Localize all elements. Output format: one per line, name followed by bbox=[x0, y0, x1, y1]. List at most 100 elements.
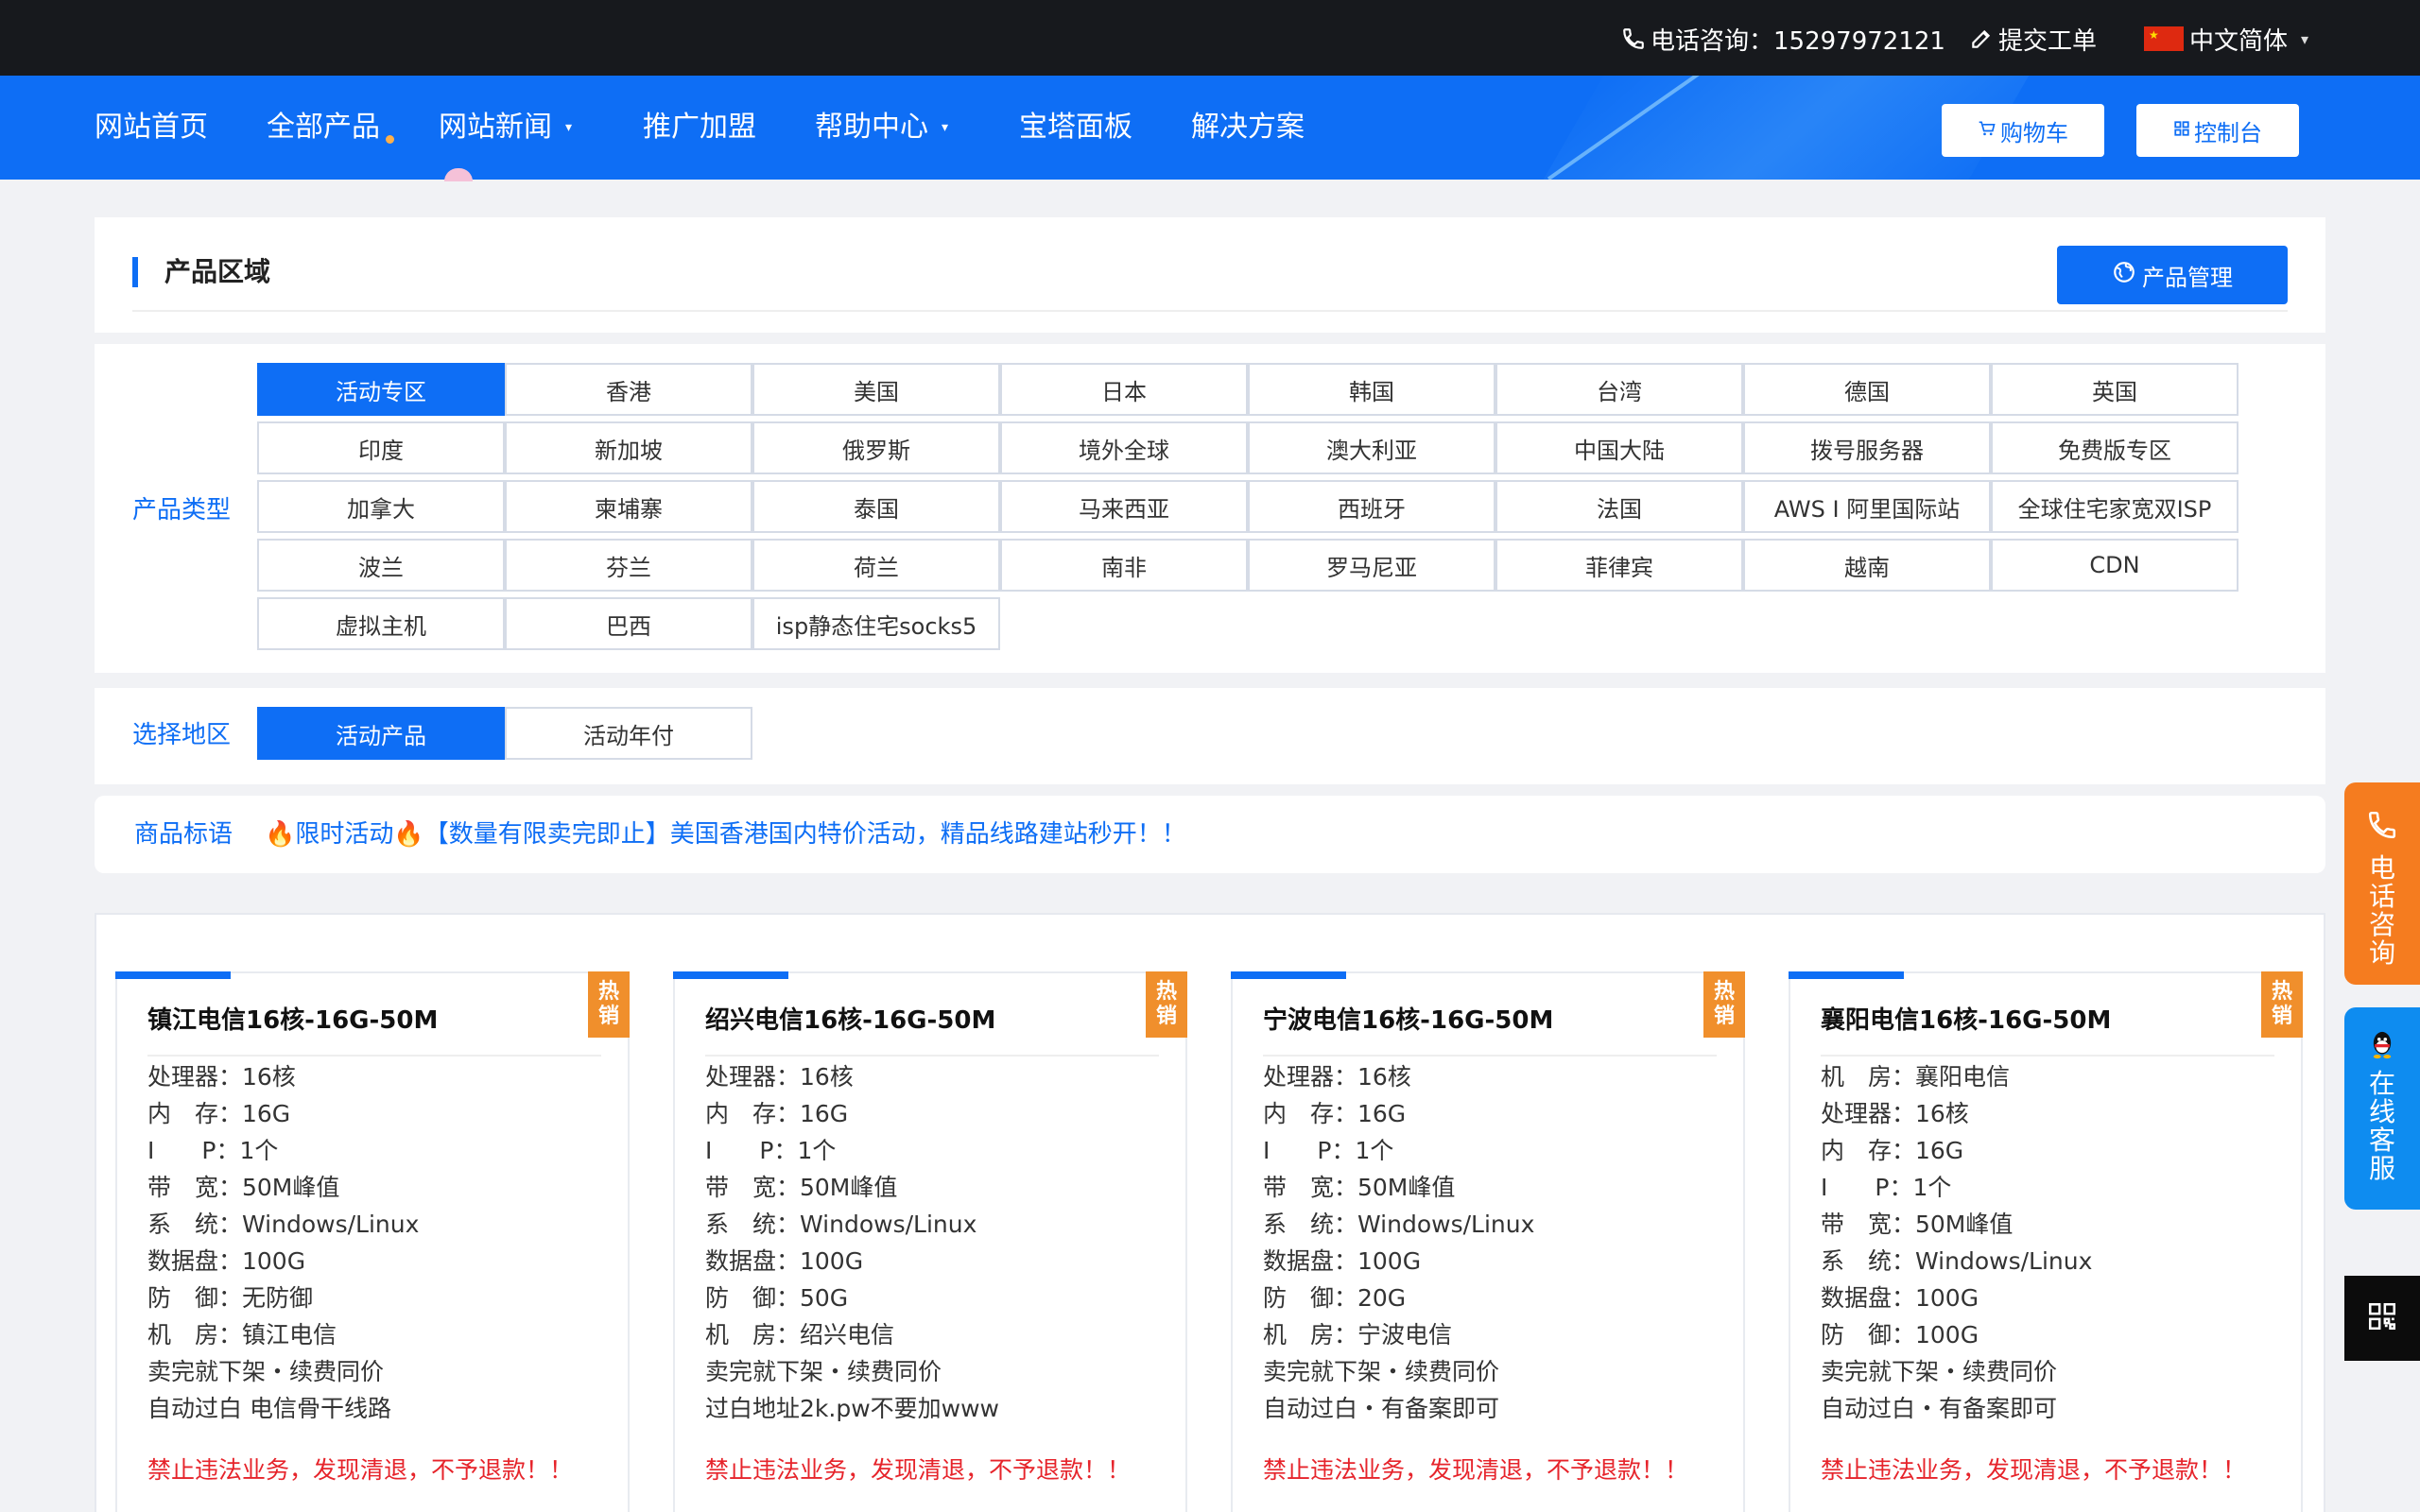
product-type-option[interactable]: 越南 bbox=[1743, 539, 1991, 592]
product-title[interactable]: 镇江电信16核-16G-50M bbox=[147, 1002, 438, 1040]
product-spec: 数据盘：100G bbox=[1263, 1247, 1422, 1275]
product-card[interactable]: 热销 镇江电信16核-16G-50M 处理器：16核内 存：16G I P：1个带 宽… bbox=[115, 971, 630, 1512]
product-card[interactable]: 热销 绍兴电信16核-16G-50M 处理器：16核内 存：16G I P：1个带 宽… bbox=[673, 971, 1187, 1512]
product-type-option[interactable]: 加拿大 bbox=[257, 480, 505, 533]
nav-item-home[interactable]: 网站首页 bbox=[95, 104, 208, 151]
product-warning: 禁止违法业务，发现清退，不予退款！！ bbox=[705, 1456, 1132, 1484]
product-type-option[interactable]: 台湾 bbox=[1495, 363, 1743, 416]
hot-badge: 热销 bbox=[1146, 971, 1187, 1038]
product-type-option[interactable]: 全球住宅家宽双ISP bbox=[1991, 480, 2238, 533]
product-type-option[interactable]: 美国 bbox=[752, 363, 1000, 416]
nav-item-news[interactable]: 网站新闻 ▾ bbox=[439, 104, 572, 151]
product-title[interactable]: 绍兴电信16核-16G-50M bbox=[705, 1002, 995, 1040]
nav-item-solutions[interactable]: 解决方案 bbox=[1191, 104, 1305, 151]
console-button[interactable]: 控制台 bbox=[2136, 104, 2299, 157]
product-type-option[interactable]: 英国 bbox=[1991, 363, 2238, 416]
product-manage-button[interactable]: 产品管理 bbox=[2057, 246, 2288, 304]
product-card[interactable]: 热销 宁波电信16核-16G-50M 处理器：16核内 存：16G I P：1个带 宽… bbox=[1231, 971, 1745, 1512]
nav-item-all-products[interactable]: 全部产品 bbox=[267, 104, 380, 151]
product-type-option[interactable]: CDN bbox=[1991, 539, 2238, 592]
product-type-option[interactable]: 香港 bbox=[505, 363, 752, 416]
language-selector[interactable]: ★ 中文简体 ▾ bbox=[2144, 23, 2309, 56]
china-flag-icon: ★ bbox=[2144, 26, 2184, 51]
submit-ticket-link[interactable]: 提交工单 bbox=[1968, 23, 2097, 56]
hot-badge: 热销 bbox=[1703, 971, 1745, 1038]
product-type-option[interactable]: 印度 bbox=[257, 421, 505, 474]
edit-icon bbox=[1968, 26, 1995, 52]
product-type-option[interactable]: 俄罗斯 bbox=[752, 421, 1000, 474]
chevron-down-icon: ▾ bbox=[2301, 29, 2309, 48]
product-spec: 系 统：Windows/Linux bbox=[147, 1211, 420, 1238]
product-spec: 数据盘：100G bbox=[1821, 1284, 1979, 1312]
card-accent bbox=[1231, 971, 1346, 979]
region-option[interactable]: 活动产品 bbox=[257, 707, 505, 760]
product-type-option[interactable]: 泰国 bbox=[752, 480, 1000, 533]
side-phone-label: 电话咨询 bbox=[2368, 852, 2395, 969]
side-qq-button[interactable]: 在线客服 bbox=[2344, 1007, 2420, 1210]
phone-icon bbox=[2366, 809, 2398, 845]
globe-icon bbox=[2112, 260, 2136, 290]
product-type-option[interactable]: 日本 bbox=[1000, 363, 1248, 416]
card-accent bbox=[673, 971, 788, 979]
product-title[interactable]: 宁波电信16核-16G-50M bbox=[1263, 1002, 1553, 1040]
side-phone-button[interactable]: 电话咨询 bbox=[2344, 782, 2420, 985]
side-qrcode-button[interactable] bbox=[2344, 1276, 2420, 1361]
product-type-option[interactable]: 免费版专区 bbox=[1991, 421, 2238, 474]
product-spec: 带 宽：50M峰值 bbox=[1821, 1211, 2014, 1238]
product-type-option[interactable]: 境外全球 bbox=[1000, 421, 1248, 474]
product-type-option[interactable]: 活动专区 bbox=[257, 363, 505, 416]
phone-contact[interactable]: 电话咨询：15297972121 bbox=[1620, 23, 1945, 56]
product-type-option[interactable]: 新加坡 bbox=[505, 421, 752, 474]
product-spec: 防 御：无防御 bbox=[147, 1284, 314, 1312]
cart-button[interactable]: 购物车 bbox=[1942, 104, 2104, 157]
product-spec: 内 存：16G bbox=[1263, 1100, 1407, 1127]
nav-item-label: 网站首页 bbox=[95, 111, 208, 144]
product-type-option[interactable]: 澳大利亚 bbox=[1248, 421, 1495, 474]
product-type-option[interactable]: 菲律宾 bbox=[1495, 539, 1743, 592]
product-type-option[interactable]: 南非 bbox=[1000, 539, 1248, 592]
product-spec: 系 统：Windows/Linux bbox=[1821, 1247, 2093, 1275]
product-type-option[interactable]: 韩国 bbox=[1248, 363, 1495, 416]
region-label: 选择地区 bbox=[132, 721, 232, 749]
product-type-option[interactable]: 柬埔寨 bbox=[505, 480, 752, 533]
product-spec: 机 房：镇江电信 bbox=[147, 1321, 337, 1349]
product-type-option[interactable]: 马来西亚 bbox=[1000, 480, 1248, 533]
region-option[interactable]: 活动年付 bbox=[505, 707, 752, 760]
hot-badge-char: 热 bbox=[1713, 980, 1735, 1004]
product-type-option[interactable]: 德国 bbox=[1743, 363, 1991, 416]
product-type-option[interactable]: 中国大陆 bbox=[1495, 421, 1743, 474]
product-type-option[interactable]: 罗马尼亚 bbox=[1248, 539, 1495, 592]
cart-icon bbox=[1978, 119, 1996, 143]
phone-label: 电话咨询：15297972121 bbox=[1651, 26, 1945, 56]
fire-icon: 🔥 bbox=[265, 820, 296, 849]
product-type-option[interactable]: 波兰 bbox=[257, 539, 505, 592]
product-type-option[interactable]: 芬兰 bbox=[505, 539, 752, 592]
product-spec: 防 御：20G bbox=[1263, 1284, 1407, 1312]
product-spec: 处理器：16核 bbox=[1263, 1063, 1411, 1091]
divider bbox=[1821, 1055, 2274, 1057]
nav-item-bt-panel[interactable]: 宝塔面板 bbox=[1019, 104, 1132, 151]
hot-badge-char: 热 bbox=[1155, 980, 1177, 1004]
product-type-option[interactable]: 拨号服务器 bbox=[1743, 421, 1991, 474]
chevron-down-icon: ▾ bbox=[942, 120, 949, 135]
hot-badge-char: 销 bbox=[1155, 1005, 1177, 1028]
product-type-option[interactable]: 虚拟主机 bbox=[257, 597, 505, 650]
product-type-option[interactable]: AWS I 阿里国际站 bbox=[1743, 480, 1991, 533]
product-card[interactable]: 热销 襄阳电信16核-16G-50M 机 房：襄阳电信 处理器：16核内 存：16G I… bbox=[1789, 971, 2303, 1512]
product-type-option[interactable]: 法国 bbox=[1495, 480, 1743, 533]
product-spec: 防 御：50G bbox=[705, 1284, 849, 1312]
product-spec: 防 御：100G bbox=[1821, 1321, 1979, 1349]
slogan-label: 商品标语 bbox=[134, 820, 233, 849]
fire-icon: 🔥 bbox=[393, 820, 424, 849]
product-type-option[interactable]: 西班牙 bbox=[1248, 480, 1495, 533]
product-title[interactable]: 襄阳电信16核-16G-50M bbox=[1821, 1002, 2111, 1040]
product-type-option[interactable]: 巴西 bbox=[505, 597, 752, 650]
product-spec: 卖完就下架・续费同价 bbox=[1821, 1358, 2058, 1385]
product-spec: 机 房：襄阳电信 bbox=[1821, 1063, 2011, 1091]
nav-item-affiliate[interactable]: 推广加盟 bbox=[643, 104, 756, 151]
product-type-option[interactable]: isp静态住宅socks5 bbox=[752, 597, 1000, 650]
grid-icon bbox=[2173, 119, 2190, 142]
product-type-option[interactable]: 荷兰 bbox=[752, 539, 1000, 592]
hot-badge-char: 销 bbox=[597, 1005, 619, 1028]
nav-item-help[interactable]: 帮助中心 ▾ bbox=[815, 104, 948, 151]
